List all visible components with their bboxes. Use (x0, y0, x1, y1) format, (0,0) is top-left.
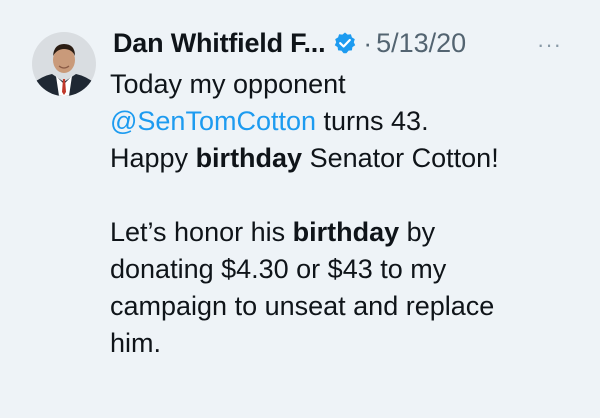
author-avatar[interactable] (32, 32, 96, 96)
author-name[interactable]: Dan Whitfield F... (113, 28, 326, 59)
line-2-text: turns 43. (316, 106, 429, 136)
line-3-post: Senator Cotton! (302, 143, 499, 173)
tweet-date[interactable]: 5/13/20 (376, 28, 466, 59)
line-4-pre: Let’s honor his (110, 217, 293, 247)
tweet-header: Dan Whitfield F... · 5/13/20 (113, 26, 466, 60)
header-separator: · (363, 27, 373, 58)
tweet-line-2: @SenTomCotton turns 43. (110, 103, 580, 140)
line-5-text: donating $4.30 or $43 to my (110, 254, 447, 284)
line-4-bold: birthday (292, 217, 400, 247)
tweet-line-7: him. (110, 325, 580, 362)
tweet-line-5: donating $4.30 or $43 to my (110, 251, 580, 288)
verified-badge-icon (333, 31, 357, 55)
tweet-line-1: Today my opponent (110, 66, 580, 103)
line-1-text: Today my opponent (110, 69, 346, 99)
mention-link[interactable]: @SenTomCotton (110, 106, 316, 136)
tweet-line-6: campaign to unseat and replace (110, 288, 580, 325)
line-6-text: campaign to unseat and replace (110, 291, 495, 321)
line-7-text: him. (110, 328, 162, 358)
tweet-line-4: Let’s honor his birthday by (110, 214, 580, 251)
avatar-image (32, 32, 96, 96)
line-3-pre: Happy (110, 143, 196, 173)
tweet-line-3: Happy birthday Senator Cotton! (110, 140, 580, 177)
tweet-card: Dan Whitfield F... · 5/13/20 ··· Today m… (0, 0, 600, 418)
tweet-text: Today my opponent @SenTomCotton turns 43… (110, 66, 580, 362)
line-3-bold: birthday (195, 143, 303, 173)
more-options-icon[interactable]: ··· (537, 32, 562, 58)
line-4-post: by (399, 217, 436, 247)
